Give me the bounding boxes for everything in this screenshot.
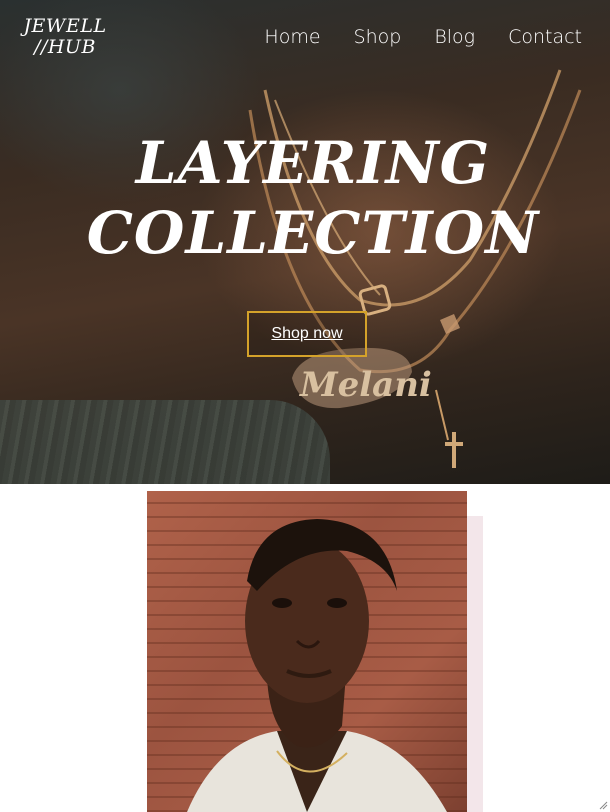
- resize-grip-icon[interactable]: [598, 800, 608, 810]
- nav-item-blog[interactable]: Blog: [434, 26, 475, 48]
- brand-line-1: JEWELL: [23, 15, 107, 37]
- portrait-illustration: [187, 519, 447, 812]
- hero-title: LAYERING COLLECTION: [0, 128, 610, 268]
- nav-item-contact[interactable]: Contact: [508, 26, 582, 48]
- hero-title-line-2: COLLECTION: [86, 199, 540, 267]
- shop-now-button[interactable]: Shop now: [247, 311, 367, 357]
- main-nav: Home Shop Blog Contact: [264, 26, 582, 48]
- nav-item-shop[interactable]: Shop: [354, 26, 402, 48]
- hero-title-line-1: LAYERING: [135, 129, 491, 197]
- model-portrait-image: [147, 491, 467, 812]
- brand-logo[interactable]: JEWELL //HUB: [20, 16, 110, 58]
- hero-banner: Melani JEWELL //HUB Home Shop Blog Conta…: [0, 0, 610, 484]
- pendant-text: Melani: [299, 365, 432, 405]
- brand-line-2: //HUB: [34, 36, 96, 58]
- nav-item-home[interactable]: Home: [264, 26, 320, 48]
